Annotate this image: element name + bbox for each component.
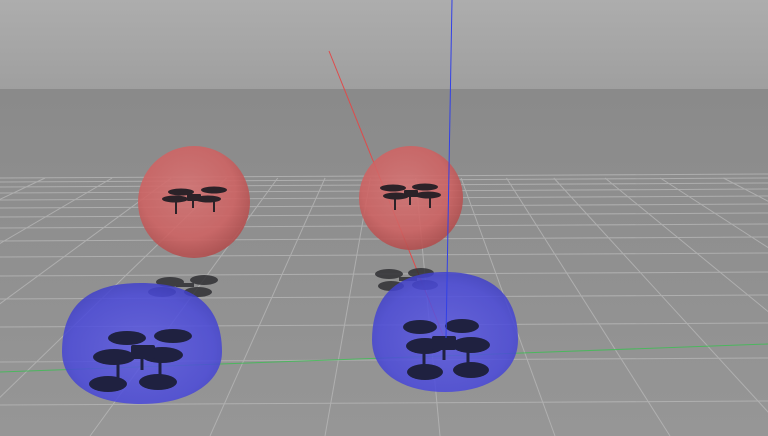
simulation-viewport[interactable] bbox=[0, 0, 768, 436]
blue-collision-hemisphere-right bbox=[372, 272, 518, 392]
3d-scene[interactable] bbox=[0, 0, 768, 436]
sky bbox=[0, 0, 768, 89]
